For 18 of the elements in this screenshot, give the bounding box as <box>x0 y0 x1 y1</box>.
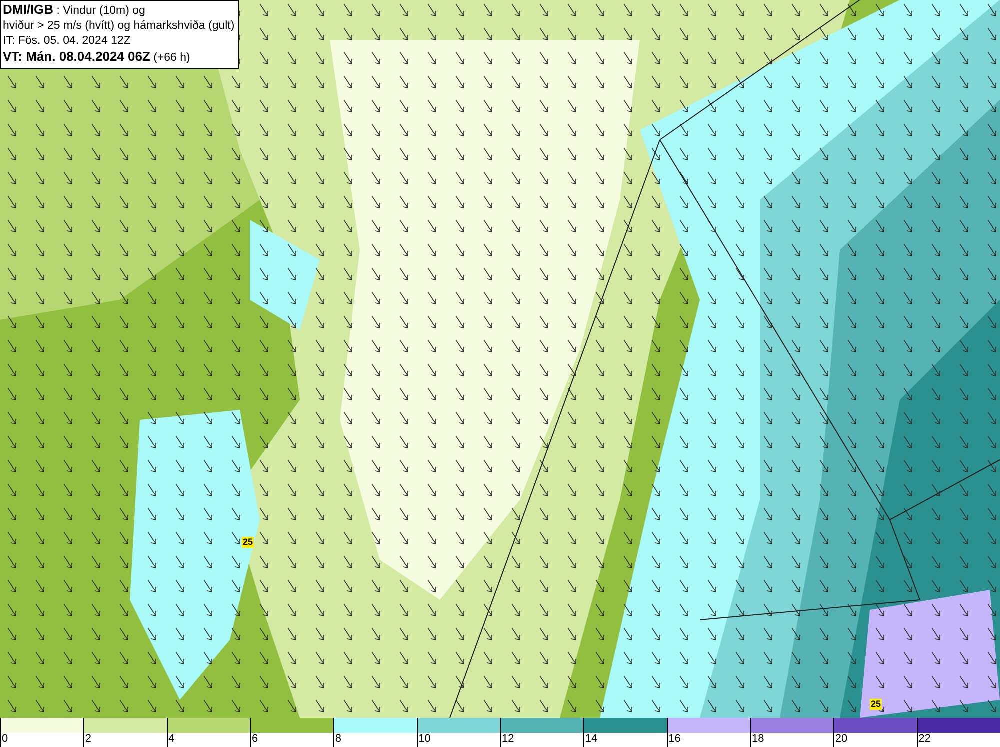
scale-label: 18 <box>751 733 764 746</box>
chart-title: DMI/IGB : Vindur (10m) og <box>3 2 146 19</box>
scale-label: 16 <box>668 733 681 746</box>
scale-label: 10 <box>418 733 431 746</box>
scale-label: 8 <box>334 733 342 746</box>
scale-label: 14 <box>584 733 598 746</box>
valid-time: VT: Mán. 08.04.2024 06Z (+66 h) <box>3 49 192 66</box>
scale-label: 12 <box>501 733 514 746</box>
chart-subtitle: hviður > 25 m/s (hvítt) og hámarkshviða (gult) <box>3 19 235 34</box>
gust-marker: 25 <box>870 699 882 710</box>
scale-label: 6 <box>251 733 258 746</box>
scale-label: 0 <box>1 733 8 746</box>
scale-label: 2 <box>84 733 92 746</box>
scale-label: 4 <box>168 733 175 746</box>
gust-marker: 25 <box>242 537 254 548</box>
scale-label: 20 <box>834 733 848 746</box>
scale-label: 22 <box>918 733 931 746</box>
issue-time: IT: Fös. 05. 04. 2024 12Z <box>3 34 132 49</box>
